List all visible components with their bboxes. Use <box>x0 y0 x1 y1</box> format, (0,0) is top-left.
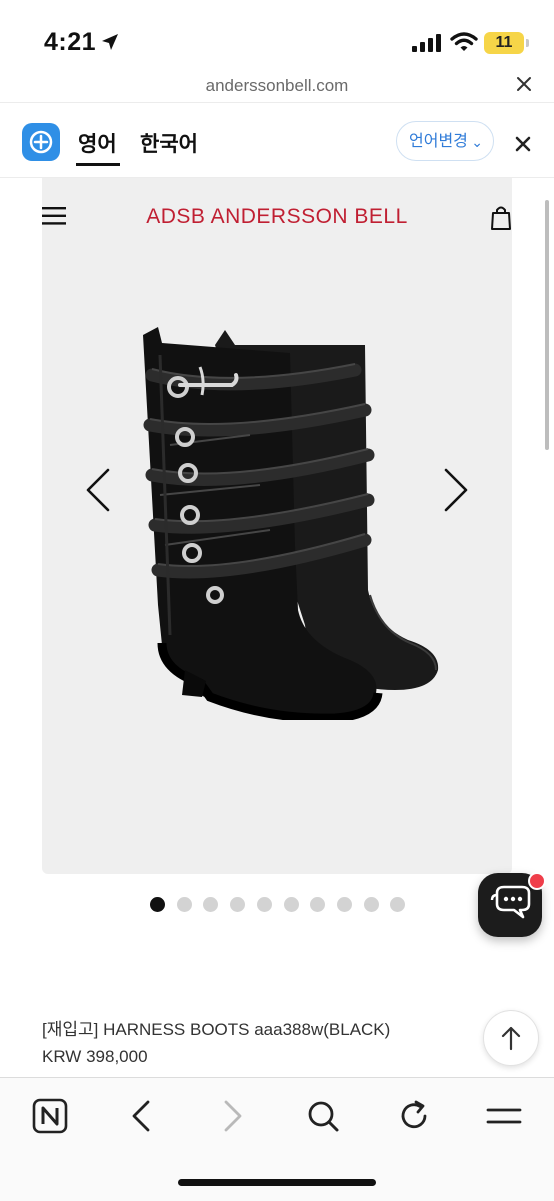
tab-korean[interactable]: 한국어 <box>140 128 198 158</box>
reload-icon[interactable] <box>396 1098 432 1134</box>
chat-notification-badge <box>528 872 546 890</box>
pagination-dot[interactable] <box>310 897 326 912</box>
product-price: KRW 398,000 <box>42 1047 148 1066</box>
url-bar[interactable]: anderssonbell.com <box>0 72 554 102</box>
change-language-button[interactable]: 언어변경 ⌄ <box>396 121 494 161</box>
pagination-dot[interactable] <box>203 897 219 912</box>
pagination-dot[interactable] <box>256 897 272 912</box>
pagination-dot[interactable] <box>176 897 192 912</box>
translation-bar: 영어 한국어 언어변경 ⌄ <box>0 103 554 177</box>
chevron-down-icon: ⌄ <box>471 134 483 150</box>
url-text[interactable]: anderssonbell.com <box>0 76 554 96</box>
previous-image-arrow-icon[interactable] <box>84 466 112 514</box>
location-arrow-icon <box>100 32 120 52</box>
close-translation-icon[interactable] <box>512 133 534 155</box>
home-indicator[interactable] <box>178 1179 376 1186</box>
close-icon[interactable] <box>514 74 534 94</box>
translator-logo-icon <box>22 123 60 161</box>
product-image-boots <box>140 325 450 720</box>
status-time: 4:21 <box>44 28 97 56</box>
pagination-dot[interactable] <box>283 897 299 912</box>
scrollbar[interactable] <box>545 200 549 450</box>
menu-icon[interactable] <box>486 1098 522 1134</box>
back-icon[interactable] <box>124 1098 160 1134</box>
product-name[interactable]: [재입고] HARNESS BOOTS aaa388w(BLACK) <box>42 1015 390 1040</box>
tab-english[interactable]: 영어 <box>78 128 117 158</box>
arrow-up-icon[interactable] <box>483 1010 539 1066</box>
shopping-bag-icon[interactable] <box>490 205 512 231</box>
change-language-label: 언어변경 <box>409 133 468 150</box>
naver-n-icon[interactable] <box>32 1098 68 1134</box>
pagination-dot[interactable] <box>150 897 165 912</box>
brand-logo[interactable]: ADSB ANDERSSON BELL <box>0 205 554 229</box>
cellular-signal-icon <box>412 34 442 52</box>
forward-icon[interactable] <box>214 1098 250 1134</box>
tab-active-underline <box>76 163 120 166</box>
status-bar: 4:21 11 <box>0 0 554 80</box>
pagination-dot[interactable] <box>336 897 352 912</box>
pagination-dot[interactable] <box>230 897 246 912</box>
wifi-icon <box>450 32 478 52</box>
pagination-dot[interactable] <box>363 897 379 912</box>
battery-indicator: 11 <box>484 32 524 54</box>
pagination-dot[interactable] <box>390 897 406 912</box>
search-icon[interactable] <box>305 1098 341 1134</box>
battery-tip <box>526 39 529 47</box>
